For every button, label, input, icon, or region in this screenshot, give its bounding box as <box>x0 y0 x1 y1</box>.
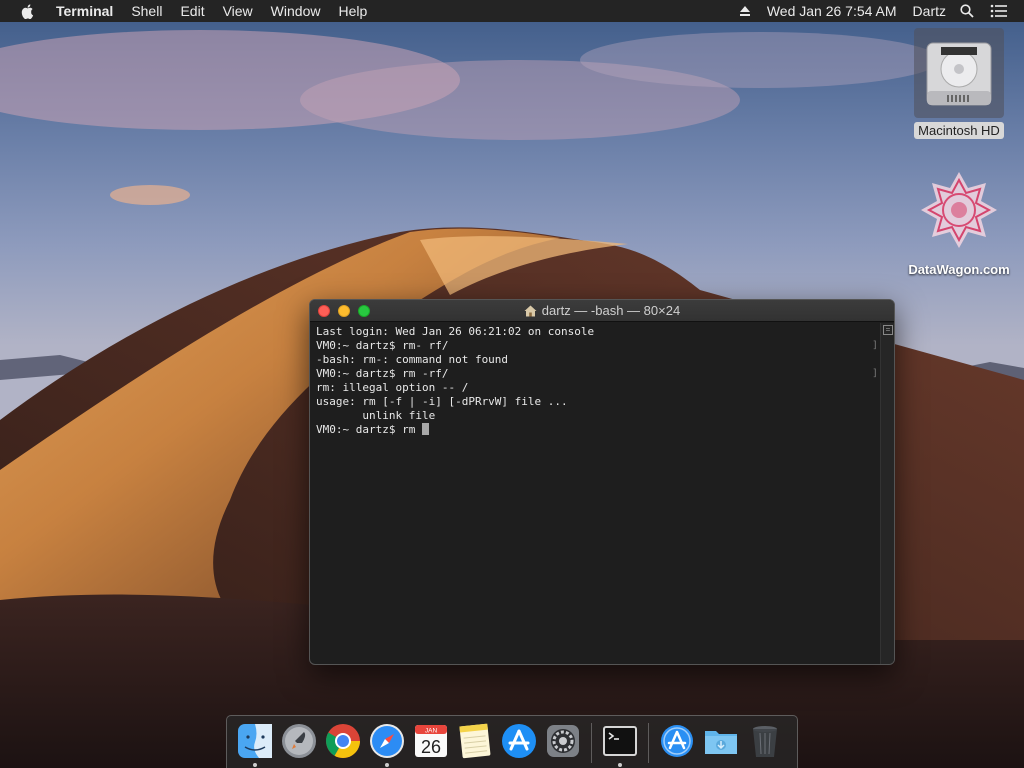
terminal-line: rm: illegal option -- / <box>316 381 469 394</box>
app-menu-terminal[interactable]: Terminal <box>54 0 122 22</box>
close-button[interactable] <box>318 305 330 317</box>
finder-icon <box>238 724 272 758</box>
applications-folder-icon <box>661 725 693 757</box>
minimize-button[interactable] <box>338 305 350 317</box>
dock-item-app-store[interactable] <box>497 716 541 768</box>
split-pane-icon[interactable]: = <box>883 325 893 335</box>
trash-icon <box>753 726 777 757</box>
spotlight-search-icon[interactable] <box>960 4 974 18</box>
dock-item-safari[interactable] <box>365 716 409 768</box>
app-store-icon <box>502 724 536 758</box>
running-indicator <box>253 763 257 767</box>
datawagon-logo-icon <box>921 172 997 248</box>
desktop-icon-label: DataWagon.com <box>908 262 1010 277</box>
terminal-output[interactable]: Last login: Wed Jan 26 06:21:02 on conso… <box>310 323 880 664</box>
terminal-icon <box>603 726 637 756</box>
dock-item-chrome[interactable] <box>321 716 365 768</box>
dock-item-launchpad[interactable] <box>277 716 321 768</box>
menu-bar: Terminal Shell Edit View Window Help Wed… <box>0 0 1024 22</box>
running-indicator <box>618 763 622 767</box>
terminal-line: VM0:~ dartz$ rm- rf/ <box>316 339 449 352</box>
running-indicator <box>385 763 389 767</box>
menubar-clock[interactable]: Wed Jan 26 7:54 AM <box>767 0 897 22</box>
dock-separator <box>648 723 649 763</box>
terminal-prompt: VM0:~ dartz$ rm <box>316 423 422 436</box>
window-controls <box>318 305 370 317</box>
chrome-icon <box>326 724 360 758</box>
dock: JAN 26 <box>226 715 798 768</box>
desktop-icon-label: Macintosh HD <box>914 122 1004 139</box>
dock-item-trash[interactable] <box>743 716 787 768</box>
terminal-line: VM0:~ dartz$ rm -rf/ <box>316 367 449 380</box>
calendar-month: JAN <box>425 728 438 735</box>
dock-separator <box>591 723 592 763</box>
terminal-scrollbar[interactable]: = <box>880 323 894 664</box>
terminal-line: usage: rm [-f | -i] [-dPRrvW] file ... <box>316 395 568 408</box>
menu-window[interactable]: Window <box>262 0 330 22</box>
terminal-line: Last login: Wed Jan 26 06:21:02 on conso… <box>316 325 595 338</box>
home-icon <box>524 305 537 316</box>
dock-item-terminal[interactable] <box>598 716 642 768</box>
dock-item-system-preferences[interactable] <box>541 716 585 768</box>
mark-bracket-icon: ] <box>871 368 878 379</box>
dock-item-finder[interactable] <box>233 716 277 768</box>
dock-item-downloads[interactable] <box>699 716 743 768</box>
menu-help[interactable]: Help <box>329 0 376 22</box>
terminal-line: unlink file <box>316 409 436 422</box>
dock-item-calendar[interactable]: JAN 26 <box>409 716 453 768</box>
apple-menu-icon[interactable] <box>20 3 36 19</box>
terminal-window[interactable]: dartz — -bash — 80×24 Last login: Wed Ja… <box>309 299 895 665</box>
hard-drive-icon <box>926 42 992 106</box>
calendar-icon: JAN 26 <box>415 725 447 757</box>
window-title-text: dartz — -bash — 80×24 <box>541 303 681 318</box>
desktop-icon-macintosh-hd[interactable]: Macintosh HD <box>906 28 1012 139</box>
dock-item-notes[interactable] <box>453 716 497 768</box>
menu-shell[interactable]: Shell <box>122 0 171 22</box>
zoom-button[interactable] <box>358 305 370 317</box>
terminal-prompt-line: VM0:~ dartz$ rm <box>316 423 874 437</box>
launchpad-icon <box>282 724 316 758</box>
menubar-user[interactable]: Dartz <box>913 0 946 22</box>
terminal-line: -bash: rm-: command not found <box>316 353 509 366</box>
window-title: dartz — -bash — 80×24 <box>524 303 680 318</box>
text-cursor <box>421 423 429 435</box>
notification-center-icon[interactable] <box>990 4 1008 18</box>
safari-icon <box>370 724 404 758</box>
window-titlebar[interactable]: dartz — -bash — 80×24 <box>310 300 894 322</box>
menu-view[interactable]: View <box>214 0 262 22</box>
downloads-folder-icon <box>705 731 737 754</box>
system-preferences-icon <box>547 725 579 757</box>
hard-drive-icon-frame <box>914 28 1004 118</box>
menu-edit[interactable]: Edit <box>171 0 213 22</box>
eject-icon[interactable] <box>739 5 751 17</box>
calendar-day: 26 <box>421 737 441 757</box>
notes-icon <box>459 723 491 759</box>
dock-item-applications[interactable] <box>655 716 699 768</box>
mark-bracket-icon: ] <box>871 340 878 351</box>
desktop-icon-datawagon[interactable]: DataWagon.com <box>900 168 1018 277</box>
